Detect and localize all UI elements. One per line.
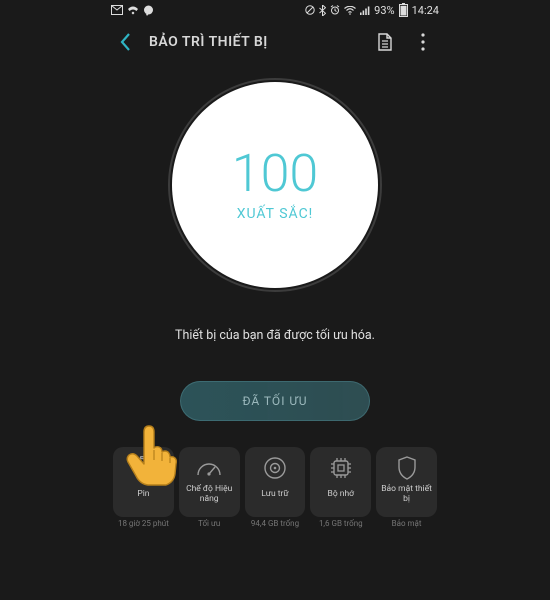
- card-sub: Bảo mật: [376, 519, 437, 528]
- bluetooth-icon: [319, 5, 326, 16]
- card-security[interactable]: Bảo mật thiết bị: [376, 447, 437, 517]
- card-sub: 18 giờ 25 phút: [113, 519, 174, 528]
- status-right: 93% 14:24: [305, 3, 439, 17]
- shield-icon: [394, 455, 420, 481]
- card-memory[interactable]: Bộ nhớ: [310, 447, 371, 517]
- mail-icon: [111, 5, 123, 15]
- score-area: 100 XUẤT SẮC!: [105, 64, 445, 288]
- device-maintenance-screen: 93% 14:24 BẢO TRÌ THIẾT BỊ 100 XUẤT SẮC!…: [105, 0, 445, 600]
- page-title: BẢO TRÌ THIẾT BỊ: [149, 34, 359, 50]
- storage-icon: [262, 455, 288, 481]
- more-menu-button[interactable]: [411, 33, 435, 51]
- app-bar: BẢO TRÌ THIẾT BỊ: [105, 20, 445, 64]
- optimization-message: Thiết bị của bạn đã được tối ưu hóa.: [105, 328, 445, 343]
- wifi-icon: [344, 6, 356, 15]
- card-sub: Tối ưu: [179, 519, 240, 528]
- tutorial-hand-pointer-icon: [118, 422, 188, 492]
- card-sub: 1,6 GB trống: [310, 519, 371, 528]
- card-label: Chế độ Hiệu năng: [181, 485, 238, 505]
- optimize-label: ĐÃ TỐI ƯU: [242, 394, 307, 408]
- status-left: [111, 5, 154, 16]
- card-sub: 94,4 GB trống: [245, 519, 306, 528]
- messenger-icon: [143, 5, 154, 16]
- card-label: Bộ nhớ: [328, 485, 355, 505]
- mute-icon: [305, 5, 315, 15]
- memory-chip-icon: [328, 455, 354, 481]
- missed-call-icon: [127, 5, 139, 15]
- score-label: XUẤT SẮC!: [237, 206, 314, 222]
- optimize-wrap: ĐÃ TỐI ƯU: [105, 381, 445, 421]
- document-icon[interactable]: [373, 33, 397, 51]
- clock-text: 14:24: [412, 4, 439, 17]
- optimize-button[interactable]: ĐÃ TỐI ƯU: [180, 381, 370, 421]
- card-label: Lưu trữ: [261, 485, 288, 505]
- card-label: Bảo mật thiết bị: [378, 485, 435, 505]
- score-value: 100: [232, 148, 319, 200]
- card-storage[interactable]: Lưu trữ: [245, 447, 306, 517]
- battery-percent: 93%: [374, 4, 394, 17]
- score-circle: 100 XUẤT SẮC!: [172, 82, 378, 288]
- signal-icon: [360, 6, 370, 15]
- alarm-icon: [330, 5, 340, 15]
- card-sub-row: 18 giờ 25 phút Tối ưu 94,4 GB trống 1,6 …: [105, 517, 445, 528]
- gauge-icon: [196, 455, 222, 481]
- status-bar: 93% 14:24: [105, 0, 445, 20]
- back-button[interactable]: [115, 32, 135, 52]
- battery-icon: [399, 3, 408, 17]
